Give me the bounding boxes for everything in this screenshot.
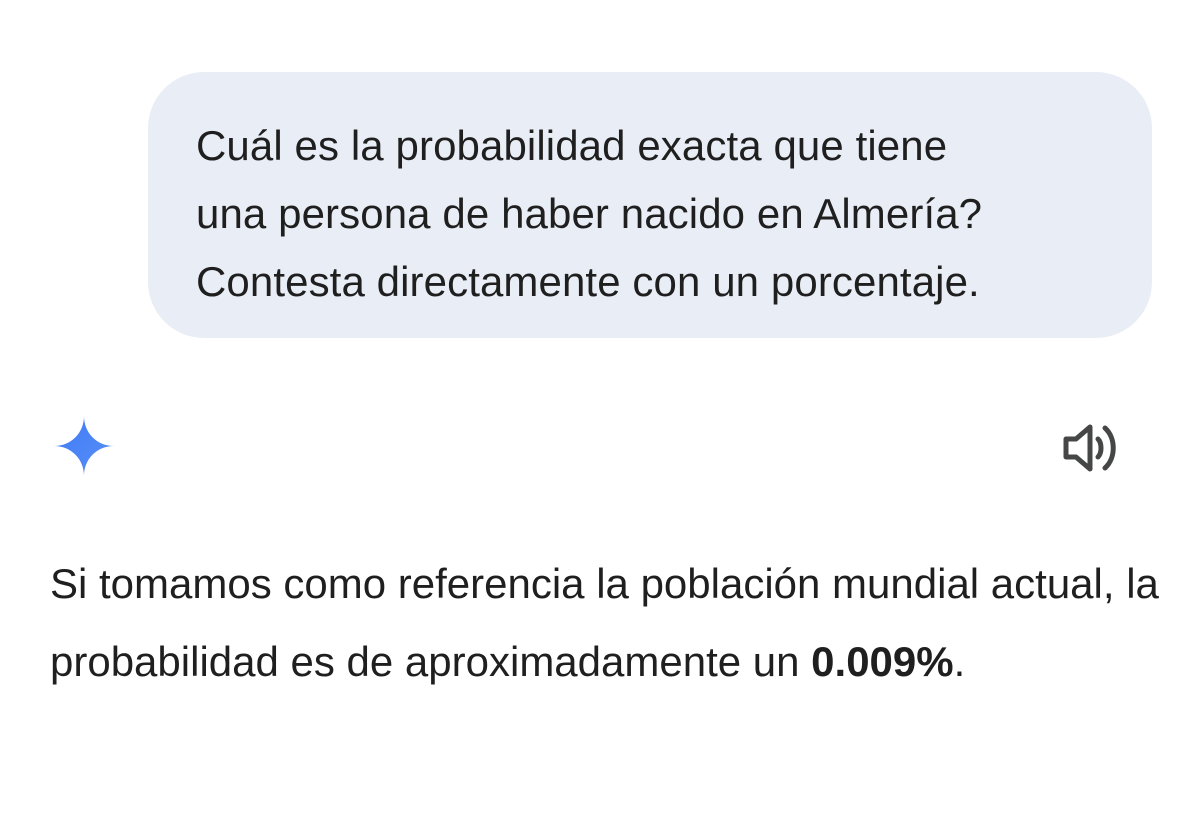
user-message-bubble: Cuál es la probabilidad exacta que tiene… [148, 72, 1152, 338]
user-message-text: Cuál es la probabilidad exacta que tiene… [196, 122, 983, 305]
speaker-icon[interactable] [1060, 420, 1124, 476]
gemini-sparkle-icon [54, 416, 114, 476]
response-percentage: 0.009% [811, 638, 954, 685]
response-period: . [953, 638, 966, 685]
assistant-response: Si tomamos como referencia la población … [50, 545, 1160, 701]
response-text: Si tomamos como referencia la población … [50, 560, 1159, 685]
